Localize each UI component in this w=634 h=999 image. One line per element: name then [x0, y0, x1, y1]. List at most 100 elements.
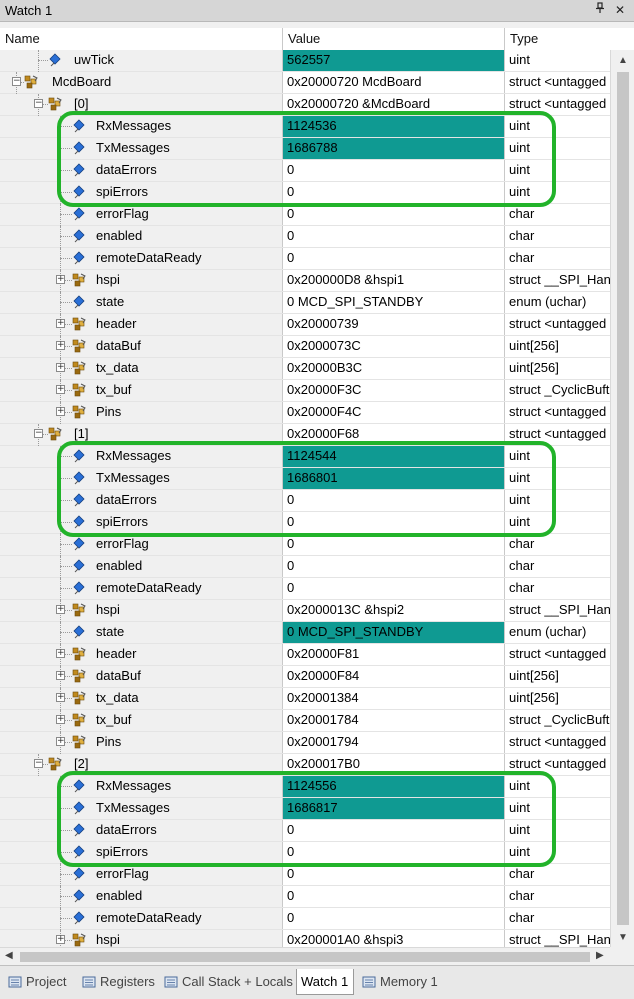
watch-row-2[interactable]: − [2] 0x200017B0 struct <untagged [0, 754, 610, 776]
watch-row-uwtick[interactable]: uwTick 562557 uint [0, 50, 610, 72]
watch-row-errorflag[interactable]: errorFlag 0 char [0, 864, 610, 886]
vertical-scrollbar[interactable]: ▲ ▼ [610, 50, 634, 947]
watch-row-spierrors[interactable]: spiErrors 0 uint [0, 842, 610, 864]
expand-icon[interactable]: + [56, 649, 65, 658]
row-value-cell[interactable]: 0x20001784 [283, 710, 505, 731]
watch-row-enabled[interactable]: enabled 0 char [0, 226, 610, 248]
horizontal-scrollbar[interactable]: ◀ ▶ [0, 947, 610, 965]
row-value-cell[interactable]: 0 [283, 204, 505, 225]
row-value-cell[interactable]: 0 [283, 226, 505, 247]
collapse-icon[interactable]: − [34, 429, 43, 438]
vertical-scroll-thumb[interactable] [617, 72, 629, 925]
scroll-left-icon[interactable]: ◀ [5, 950, 13, 961]
watch-row-enabled[interactable]: enabled 0 char [0, 556, 610, 578]
expand-icon[interactable]: + [56, 737, 65, 746]
scroll-up-icon[interactable]: ▲ [618, 55, 628, 66]
watch-row-remotedataready[interactable]: remoteDataReady 0 char [0, 908, 610, 930]
row-value-cell[interactable]: 0 MCD_SPI_STANDBY [283, 292, 505, 313]
collapse-icon[interactable]: − [12, 77, 21, 86]
row-value-cell[interactable]: 0x20000720 McdBoard [283, 72, 505, 93]
watch-row-rxmessages[interactable]: RxMessages 1124544 uint [0, 446, 610, 468]
watch-row-mcdboard[interactable]: − McdBoard 0x20000720 McdBoard struct <unta… [0, 72, 610, 94]
scroll-down-icon[interactable]: ▼ [618, 932, 628, 943]
watch-row-tx-buf[interactable]: + tx_buf 0x20000F3C struct _CyclicBuft [0, 380, 610, 402]
row-value-cell[interactable]: 0 [283, 490, 505, 511]
column-value-header[interactable]: Value [283, 28, 505, 51]
row-value-cell[interactable]: 1124536 [283, 116, 505, 137]
expand-icon[interactable]: + [56, 715, 65, 724]
row-value-cell[interactable]: 0x20000F4C [283, 402, 505, 423]
expand-icon[interactable]: + [56, 693, 65, 702]
row-value-cell[interactable]: 0 [283, 864, 505, 885]
tab-project[interactable]: Project [4, 969, 74, 995]
watch-row-hspi[interactable]: + hspi 0x200000D8 &hspi1 struct __SPI_Hanc [0, 270, 610, 292]
watch-row-0[interactable]: − [0] 0x20000720 &McdBoard struct <untagged [0, 94, 610, 116]
row-value-cell[interactable]: 0x200000D8 &hspi1 [283, 270, 505, 291]
watch-row-errorflag[interactable]: errorFlag 0 char [0, 534, 610, 556]
row-value-cell[interactable]: 0 [283, 182, 505, 203]
watch-row-txmessages[interactable]: TxMessages 1686788 uint [0, 138, 610, 160]
horizontal-scroll-thumb[interactable] [20, 952, 590, 962]
expand-icon[interactable]: + [56, 935, 65, 944]
row-value-cell[interactable]: 0x20000F84 [283, 666, 505, 687]
expand-icon[interactable]: + [56, 407, 65, 416]
watch-row-hspi[interactable]: + hspi 0x200001A0 &hspi3 struct __SPI_Hanc [0, 930, 610, 947]
row-value-cell[interactable]: 0x200017B0 [283, 754, 505, 775]
watch-row-rxmessages[interactable]: RxMessages 1124536 uint [0, 116, 610, 138]
row-value-cell[interactable]: 0x20001384 [283, 688, 505, 709]
row-value-cell[interactable]: 0x2000013C &hspi2 [283, 600, 505, 621]
expand-icon[interactable]: + [56, 605, 65, 614]
watch-row-dataerrors[interactable]: dataErrors 0 uint [0, 820, 610, 842]
watch-row-enabled[interactable]: enabled 0 char [0, 886, 610, 908]
row-value-cell[interactable]: 0x20000739 [283, 314, 505, 335]
row-value-cell[interactable]: 1686788 [283, 138, 505, 159]
watch-row-databuf[interactable]: + dataBuf 0x2000073C uint[256] [0, 336, 610, 358]
row-value-cell[interactable]: 1686817 [283, 798, 505, 819]
watch-row-remotedataready[interactable]: remoteDataReady 0 char [0, 248, 610, 270]
row-value-cell[interactable]: 0x20000F3C [283, 380, 505, 401]
watch-row-header[interactable]: + header 0x20000739 struct <untagged [0, 314, 610, 336]
row-value-cell[interactable]: 0x20000F68 [283, 424, 505, 445]
tab-watch-1[interactable]: Watch 1 [296, 969, 354, 995]
expand-icon[interactable]: + [56, 385, 65, 394]
tab-memory-1[interactable]: Memory 1 [358, 969, 442, 995]
watch-row-1[interactable]: − [1] 0x20000F68 struct <untagged [0, 424, 610, 446]
close-icon[interactable]: ✕ [612, 2, 628, 18]
expand-icon[interactable]: + [56, 341, 65, 350]
tab-call-stack-locals[interactable]: Call Stack + Locals [160, 969, 293, 995]
watch-row-errorflag[interactable]: errorFlag 0 char [0, 204, 610, 226]
watch-row-tx-data[interactable]: + tx_data 0x20001384 uint[256] [0, 688, 610, 710]
watch-row-state[interactable]: state 0 MCD_SPI_STANDBY enum (uchar) [0, 622, 610, 644]
row-value-cell[interactable]: 0 [283, 886, 505, 907]
row-value-cell[interactable]: 0 [283, 820, 505, 841]
expand-icon[interactable]: + [56, 319, 65, 328]
row-value-cell[interactable]: 0 MCD_SPI_STANDBY [283, 622, 505, 643]
watch-row-databuf[interactable]: + dataBuf 0x20000F84 uint[256] [0, 666, 610, 688]
expand-icon[interactable]: + [56, 275, 65, 284]
expand-icon[interactable]: + [56, 671, 65, 680]
pin-icon[interactable] [592, 2, 608, 18]
row-value-cell[interactable]: 1124556 [283, 776, 505, 797]
row-value-cell[interactable]: 0x20000F81 [283, 644, 505, 665]
row-value-cell[interactable]: 0x20000720 &McdBoard [283, 94, 505, 115]
watch-row-txmessages[interactable]: TxMessages 1686817 uint [0, 798, 610, 820]
expand-icon[interactable]: + [56, 363, 65, 372]
watch-row-dataerrors[interactable]: dataErrors 0 uint [0, 160, 610, 182]
row-value-cell[interactable]: 1686801 [283, 468, 505, 489]
row-value-cell[interactable]: 0x2000073C [283, 336, 505, 357]
collapse-icon[interactable]: − [34, 99, 43, 108]
tab-registers[interactable]: Registers [78, 969, 156, 995]
row-value-cell[interactable]: 0 [283, 248, 505, 269]
watch-row-pins[interactable]: + Pins 0x20000F4C struct <untagged [0, 402, 610, 424]
row-value-cell[interactable]: 0 [283, 908, 505, 929]
watch-row-tx-buf[interactable]: + tx_buf 0x20001784 struct _CyclicBuft [0, 710, 610, 732]
row-value-cell[interactable]: 1124544 [283, 446, 505, 467]
watch-row-remotedataready[interactable]: remoteDataReady 0 char [0, 578, 610, 600]
row-value-cell[interactable]: 0 [283, 842, 505, 863]
row-value-cell[interactable]: 0x20001794 [283, 732, 505, 753]
scroll-right-icon[interactable]: ▶ [596, 950, 604, 961]
row-value-cell[interactable]: 0x20000B3C [283, 358, 505, 379]
row-value-cell[interactable]: 0 [283, 578, 505, 599]
watch-row-spierrors[interactable]: spiErrors 0 uint [0, 182, 610, 204]
watch-row-hspi[interactable]: + hspi 0x2000013C &hspi2 struct __SPI_Hanc [0, 600, 610, 622]
